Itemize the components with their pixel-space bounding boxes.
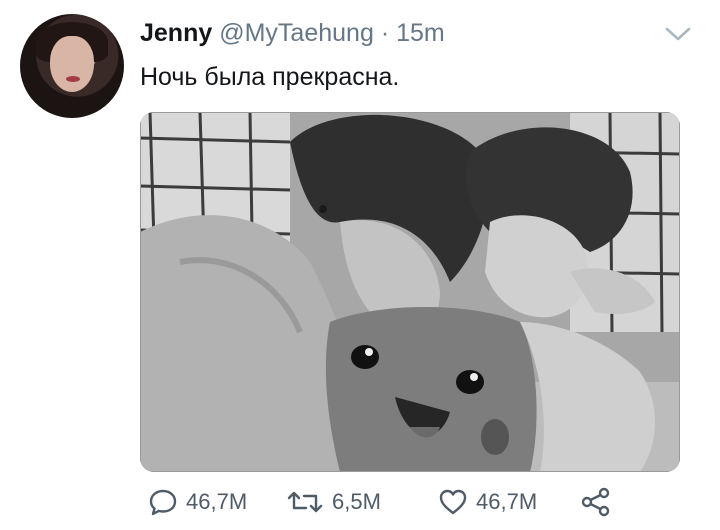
avatar[interactable]	[20, 14, 124, 118]
retweet-count: 6,5M	[332, 489, 381, 514]
tweet[interactable]: Jenny @MyTaehung · 15m Ночь была прекрас…	[0, 0, 720, 530]
avatar-face	[50, 36, 94, 92]
share-icon	[581, 487, 610, 517]
header-separator: ·	[380, 19, 390, 47]
share-button[interactable]	[580, 482, 620, 522]
chevron-down-icon[interactable]	[664, 24, 692, 44]
like-count: 46,7M	[476, 489, 538, 514]
reply-count: 46,7M	[186, 489, 248, 514]
tweet-header: Jenny @MyTaehung · 15m	[140, 18, 445, 48]
avatar-lips	[66, 76, 80, 82]
tweet-photo[interactable]	[140, 112, 680, 472]
like-button[interactable]: 46,7M	[438, 482, 537, 522]
author-name[interactable]: Jenny	[140, 19, 212, 47]
tweet-actions: 46,7M 6,5M 46,7M	[140, 482, 700, 522]
reply-button[interactable]: 46,7M	[148, 482, 247, 522]
heart-icon	[439, 489, 467, 515]
reply-icon	[149, 489, 177, 516]
retweet-icon	[287, 491, 323, 513]
tweet-text: Ночь была прекрасна.	[140, 63, 400, 91]
author-handle[interactable]: @MyTaehung	[219, 19, 374, 47]
retweet-button[interactable]: 6,5M	[286, 482, 381, 522]
tweet-timestamp[interactable]: 15m	[396, 19, 445, 47]
